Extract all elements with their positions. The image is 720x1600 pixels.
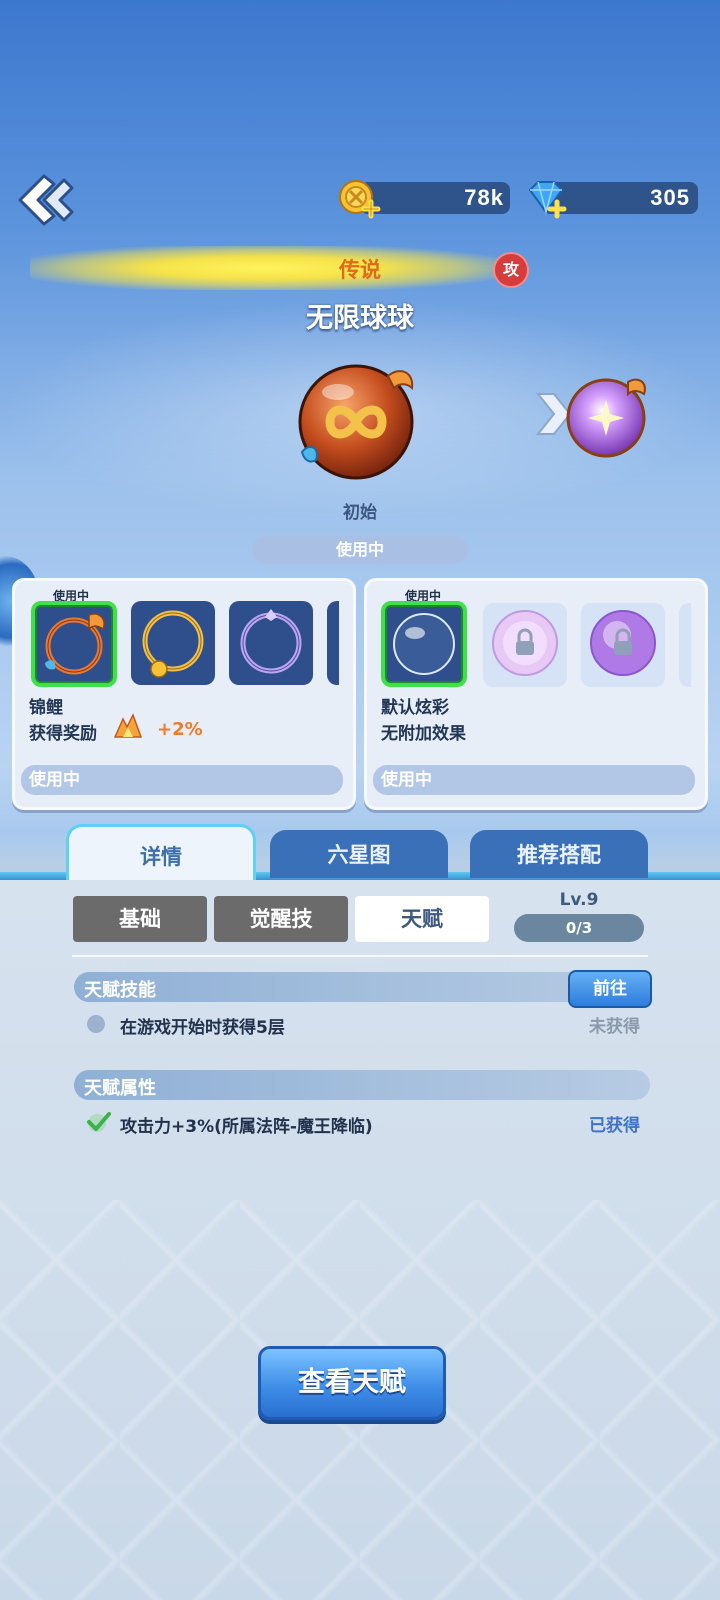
locked-violet-orb-icon [590,610,656,676]
divider [72,955,648,957]
frame-card: 使用中 锦鲤 获得奖励 +2% 使用中 [12,578,356,810]
subtab-talent[interactable]: 天赋 [355,896,489,942]
double-chevron-left-icon [18,174,74,226]
frame-slot-crystal[interactable] [229,601,313,685]
tab-recommend[interactable]: 推荐搭配 [470,830,648,878]
skin-status-bar: 使用中 [373,765,695,795]
talent-skill-text: 在游戏开始时获得5层 [120,1018,285,1038]
checkmark-icon [86,1110,112,1134]
level-label: Lv.9 [559,890,599,910]
ball-stage-label: 初始 [343,503,377,523]
talent-skill-title: 天赋技能 [84,980,156,1001]
back-button[interactable] [14,168,78,232]
frame-reward-label: 获得奖励 [29,724,97,744]
talent-skill-status: 未获得 [589,1017,640,1037]
coin-amount: 78k [464,185,504,210]
tab-details[interactable]: 详情 [66,824,256,883]
frame-slot-partial[interactable] [327,601,339,685]
infinity-ball-icon [298,364,414,480]
skin-slot-locked-2[interactable] [581,603,665,687]
ball-status-pill: 使用中 [252,536,468,564]
frame-status-bar: 使用中 [21,765,343,795]
attack-type-badge: 攻 [493,252,529,288]
gem-add-button[interactable] [524,178,570,220]
frame-reward-value: +2% [157,719,203,740]
gold-ring-icon [142,610,204,678]
talent-attr-text: 攻击力+3%(所属法阵-魔王降临) [120,1117,373,1137]
view-talent-button[interactable]: 查看天赋 [258,1346,446,1420]
rarity-banner [30,246,500,290]
main-ball-image [296,356,426,486]
koi-ring-icon [45,613,105,675]
coin-icon [339,180,381,219]
next-skin-preview-icon [535,378,646,458]
skin-effect-text: 无附加效果 [381,724,466,744]
frame-slot-koi[interactable] [31,601,117,687]
talent-attr-header [74,1070,650,1100]
goto-button[interactable]: 前往 [568,970,652,1008]
frame-item-name: 锦鲤 [29,698,63,718]
gem-amount: 305 [650,185,690,210]
level-progress: 0/3 [514,914,644,942]
reward-fire-icon [111,711,145,741]
unobtained-dot-icon [87,1015,105,1033]
ball-name: 无限球球 [306,303,414,334]
coin-add-button[interactable] [338,178,384,220]
subtab-awaken[interactable]: 觉醒技 [214,896,348,942]
tab-six-star[interactable]: 六星图 [270,830,448,878]
talent-skill-header [74,972,650,1002]
gem-icon [528,181,567,219]
frame-slot-gold[interactable] [131,601,215,685]
default-bubble-icon [393,613,455,675]
talent-attr-title: 天赋属性 [84,1078,156,1099]
locked-pearl-icon [492,610,558,676]
skin-slot-default[interactable] [381,601,467,687]
skin-item-name: 默认炫彩 [381,698,449,718]
talent-attr-status: 已获得 [589,1116,640,1136]
skin-slot-locked-1[interactable] [483,603,567,687]
skin-slot-partial[interactable] [679,603,691,687]
skin-card: 使用中 默认炫彩 无附加效果 使用中 [364,578,708,810]
next-skin-button[interactable] [534,372,654,464]
crystal-ring-icon [240,609,302,674]
rarity-label: 传说 [339,258,381,282]
subtab-basic[interactable]: 基础 [73,896,207,942]
